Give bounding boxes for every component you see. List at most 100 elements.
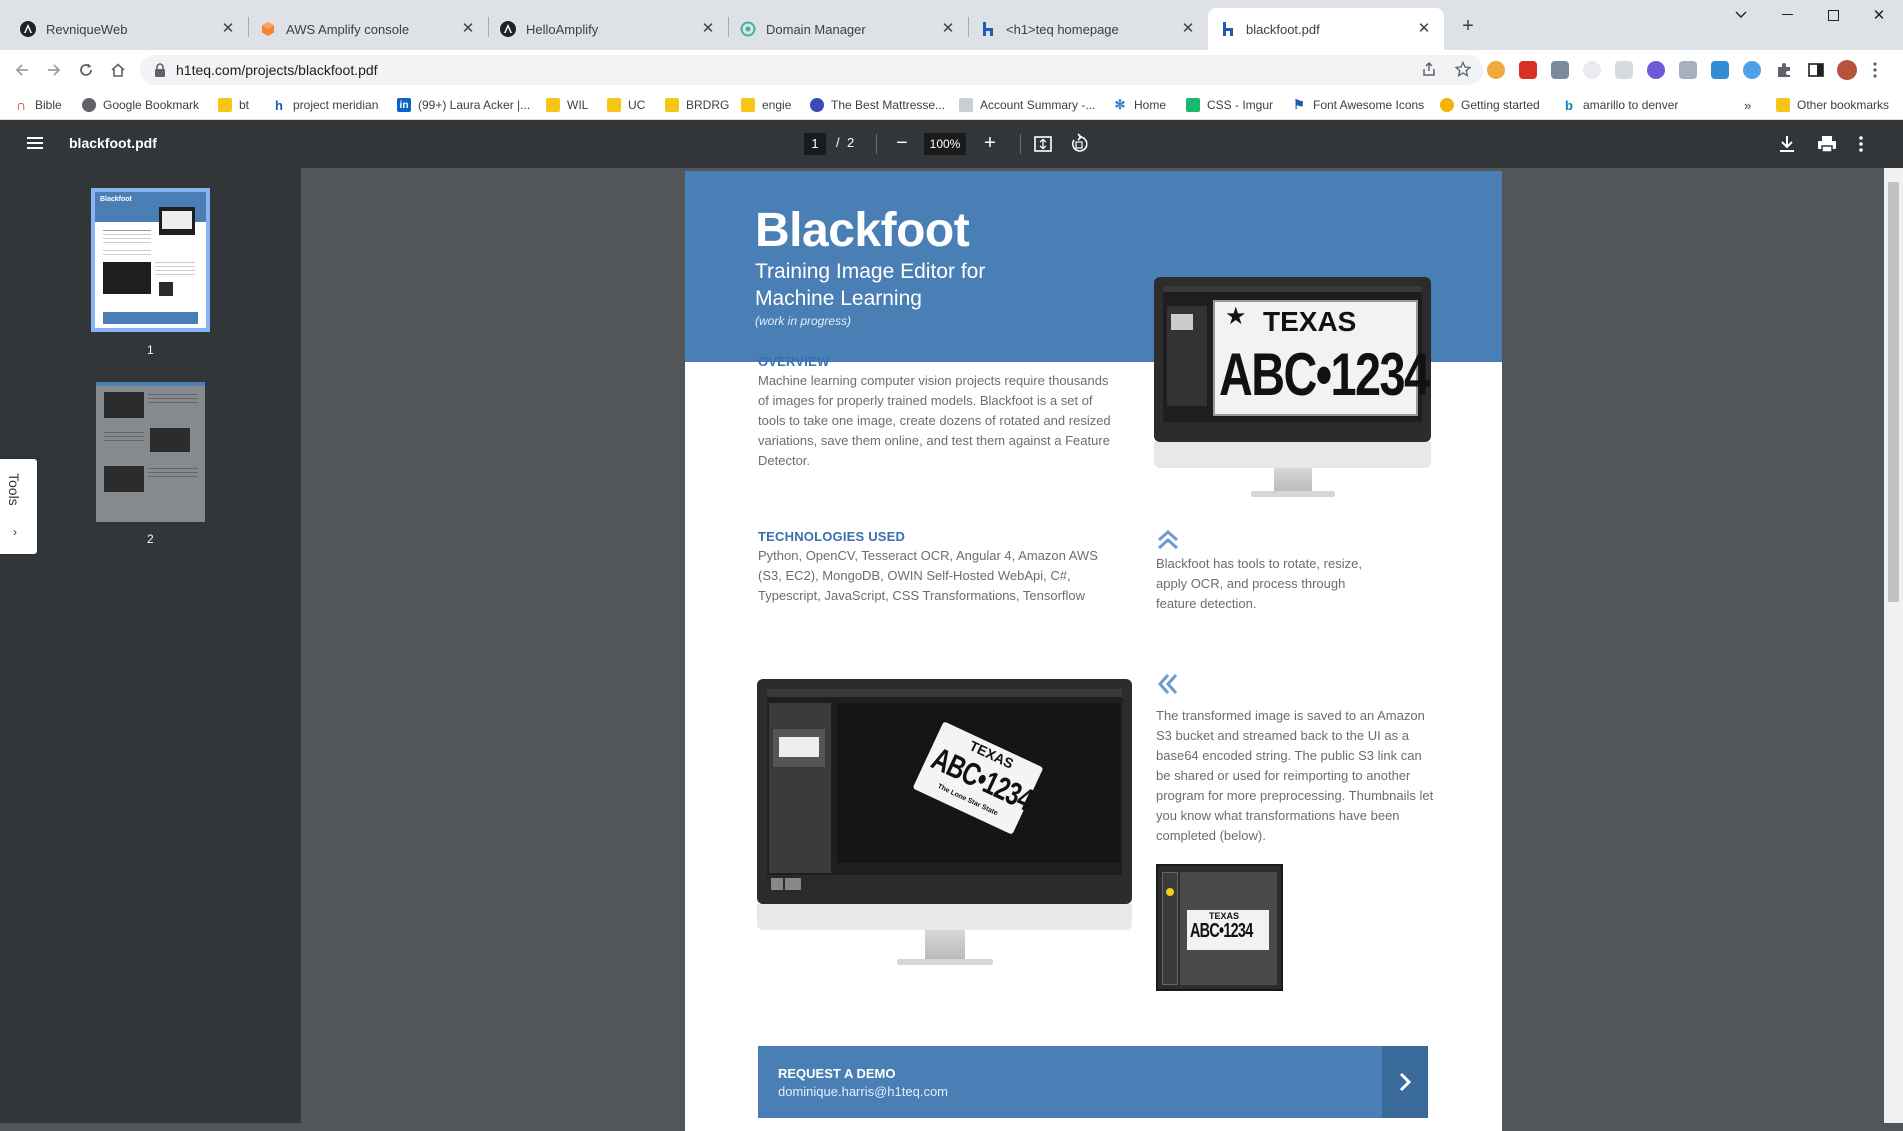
request-demo-title: REQUEST A DEMO — [778, 1066, 896, 1081]
bookmark-folder-bt[interactable]: bt — [218, 90, 249, 120]
avatar[interactable] — [1837, 60, 1857, 80]
bookmark-google[interactable]: Google Bookmark — [82, 90, 199, 120]
tab-revniqueweb[interactable]: RevniqueWeb ✕ — [8, 8, 248, 50]
tab-blackfoot-pdf[interactable]: blackfoot.pdf ✕ — [1208, 8, 1444, 50]
side-panel-icon[interactable] — [1807, 61, 1825, 79]
tools-panel-toggle[interactable]: Tools › — [0, 459, 37, 554]
tab-search-button[interactable] — [1718, 0, 1764, 30]
pdf-toolbar: blackfoot.pdf 1 / 2 − 100% + — [0, 120, 1903, 168]
overview-text: Machine learning computer vision project… — [758, 373, 1111, 468]
tab-h1teq-homepage[interactable]: <h1>teq homepage ✕ — [968, 8, 1208, 50]
bookmark-account-summary[interactable]: Account Summary -... — [959, 90, 1095, 120]
request-demo-banner[interactable]: REQUEST A DEMO dominique.harris@h1teq.co… — [758, 1046, 1428, 1118]
document-note: (work in progress) — [755, 314, 852, 328]
tab-domain-manager[interactable]: Domain Manager ✕ — [728, 8, 968, 50]
recycle-extension-icon[interactable] — [1551, 61, 1569, 79]
chevron-right-icon[interactable] — [1382, 1046, 1428, 1118]
bookmark-font-awesome[interactable]: ⚑ Font Awesome Icons — [1292, 90, 1424, 120]
rotate-icon[interactable] — [1068, 133, 1090, 155]
bookmark-getting-started[interactable]: Getting started — [1440, 90, 1540, 120]
tab-aws-amplify[interactable]: AWS Amplify console ✕ — [248, 8, 488, 50]
reload-button[interactable] — [72, 56, 100, 84]
close-tab-icon[interactable]: ✕ — [700, 21, 716, 37]
pdf-page: Blackfoot Training Image Editor for Mach… — [685, 171, 1502, 1131]
close-tab-icon[interactable]: ✕ — [460, 21, 476, 37]
extension-icon[interactable] — [1647, 61, 1665, 79]
vertical-scrollbar[interactable] — [1884, 168, 1903, 1123]
bookmark-amarillo[interactable]: b amarillo to denver — [1562, 90, 1678, 120]
close-window-button[interactable]: ✕ — [1856, 0, 1902, 30]
zoom-in-button[interactable]: + — [978, 132, 1002, 156]
bookmark-bible[interactable]: ∩ Bible — [14, 90, 62, 120]
h1teq-icon: h — [275, 97, 283, 113]
hamburger-menu-icon[interactable] — [26, 134, 44, 152]
h1teq-icon — [980, 21, 996, 37]
bookmark-mattress[interactable]: The Best Mattresse... — [810, 90, 945, 120]
getting-started-icon — [1440, 98, 1454, 112]
home-button[interactable] — [104, 56, 132, 84]
bookmark-star-icon[interactable] — [1455, 61, 1471, 77]
bookmark-folder-uc[interactable]: UC — [607, 90, 645, 120]
bookmarks-bar: ∩ Bible Google Bookmark bt h project merid… — [0, 90, 1903, 120]
download-icon[interactable] — [1776, 133, 1798, 155]
tools-label: Tools — [6, 473, 22, 506]
minimize-button[interactable] — [1764, 0, 1810, 30]
zoom-out-button[interactable]: − — [890, 132, 914, 156]
chrome-menu-icon[interactable] — [1872, 61, 1882, 79]
monitor-image-bottom: TEXAS ABC•1234 The Lone Star State — [757, 679, 1132, 930]
fit-to-page-icon[interactable] — [1032, 133, 1054, 155]
double-chevron-left-icon — [1156, 672, 1180, 696]
tools-text: Blackfoot has tools to rotate, resize, a… — [1156, 556, 1362, 611]
cloud-extension-icon[interactable] — [1743, 61, 1761, 79]
print-icon[interactable] — [1816, 133, 1838, 155]
extension-icon[interactable] — [1583, 61, 1601, 79]
share-icon[interactable] — [1421, 61, 1437, 77]
zoom-level-input[interactable]: 100% — [924, 133, 966, 155]
other-bookmarks-folder[interactable]: Other bookmarks — [1776, 90, 1889, 120]
puzzle-extensions-icon[interactable] — [1775, 61, 1793, 79]
page-total: 2 — [847, 135, 855, 150]
back-button[interactable] — [8, 56, 36, 84]
close-tab-icon[interactable]: ✕ — [940, 21, 956, 37]
forward-button[interactable] — [40, 56, 68, 84]
maximize-button[interactable] — [1810, 0, 1856, 30]
bookmark-css-imgur[interactable]: CSS - Imgur — [1186, 90, 1273, 120]
bing-icon: b — [1565, 97, 1573, 113]
cookie-extension-icon[interactable] — [1487, 61, 1505, 79]
extension-icon[interactable] — [1679, 61, 1697, 79]
angular-icon — [500, 21, 516, 37]
folder-icon — [1776, 98, 1790, 112]
aws-icon — [260, 21, 276, 37]
close-tab-icon[interactable]: ✕ — [1416, 21, 1432, 37]
angular-icon — [20, 21, 36, 37]
bookmark-home[interactable]: ✻ Home — [1113, 90, 1166, 120]
scrollbar-thumb[interactable] — [1888, 182, 1899, 602]
page-thumbnail-2[interactable] — [96, 382, 205, 522]
request-demo-email[interactable]: dominique.harris@h1teq.com — [778, 1084, 948, 1099]
document-icon — [959, 98, 973, 112]
page-number-input[interactable]: 1 — [804, 133, 826, 155]
bookmark-project-meridian[interactable]: h project meridian — [272, 90, 378, 120]
close-tab-icon[interactable]: ✕ — [220, 21, 236, 37]
more-options-icon[interactable] — [1858, 133, 1868, 155]
tab-helloamplify[interactable]: HelloAmplify ✕ — [488, 8, 728, 50]
address-bar[interactable]: h1teq.com/projects/blackfoot.pdf — [140, 55, 1483, 85]
document-subtitle: Training Image Editor for Machine Learni… — [755, 260, 986, 310]
new-tab-button[interactable]: + — [1456, 15, 1480, 39]
bible-icon: ∩ — [15, 97, 27, 113]
overview-heading: OVERVIEW — [758, 354, 830, 369]
bookmarks-overflow-button[interactable]: » — [1744, 90, 1751, 120]
extension-icon[interactable] — [1711, 61, 1729, 79]
close-tab-icon[interactable]: ✕ — [1180, 21, 1196, 37]
extension-icon[interactable] — [1615, 61, 1633, 79]
chevron-right-icon: › — [13, 525, 17, 539]
bookmark-linkedin[interactable]: in (99+) Laura Acker |... — [397, 90, 530, 120]
technologies-text: Python, OpenCV, Tesseract OCR, Angular 4… — [758, 548, 1098, 603]
bookmark-folder-engie[interactable]: engie — [741, 90, 791, 120]
page-thumbnail-1[interactable]: Blackfoot — [91, 188, 210, 332]
bookmark-folder-wil[interactable]: WIL — [546, 90, 588, 120]
url-text: h1teq.com/projects/blackfoot.pdf — [176, 62, 378, 78]
bookmark-folder-brdrg[interactable]: BRDRG — [665, 90, 729, 120]
mail-extension-icon[interactable] — [1519, 61, 1537, 79]
technologies-heading: TECHNOLOGIES USED — [758, 529, 906, 544]
